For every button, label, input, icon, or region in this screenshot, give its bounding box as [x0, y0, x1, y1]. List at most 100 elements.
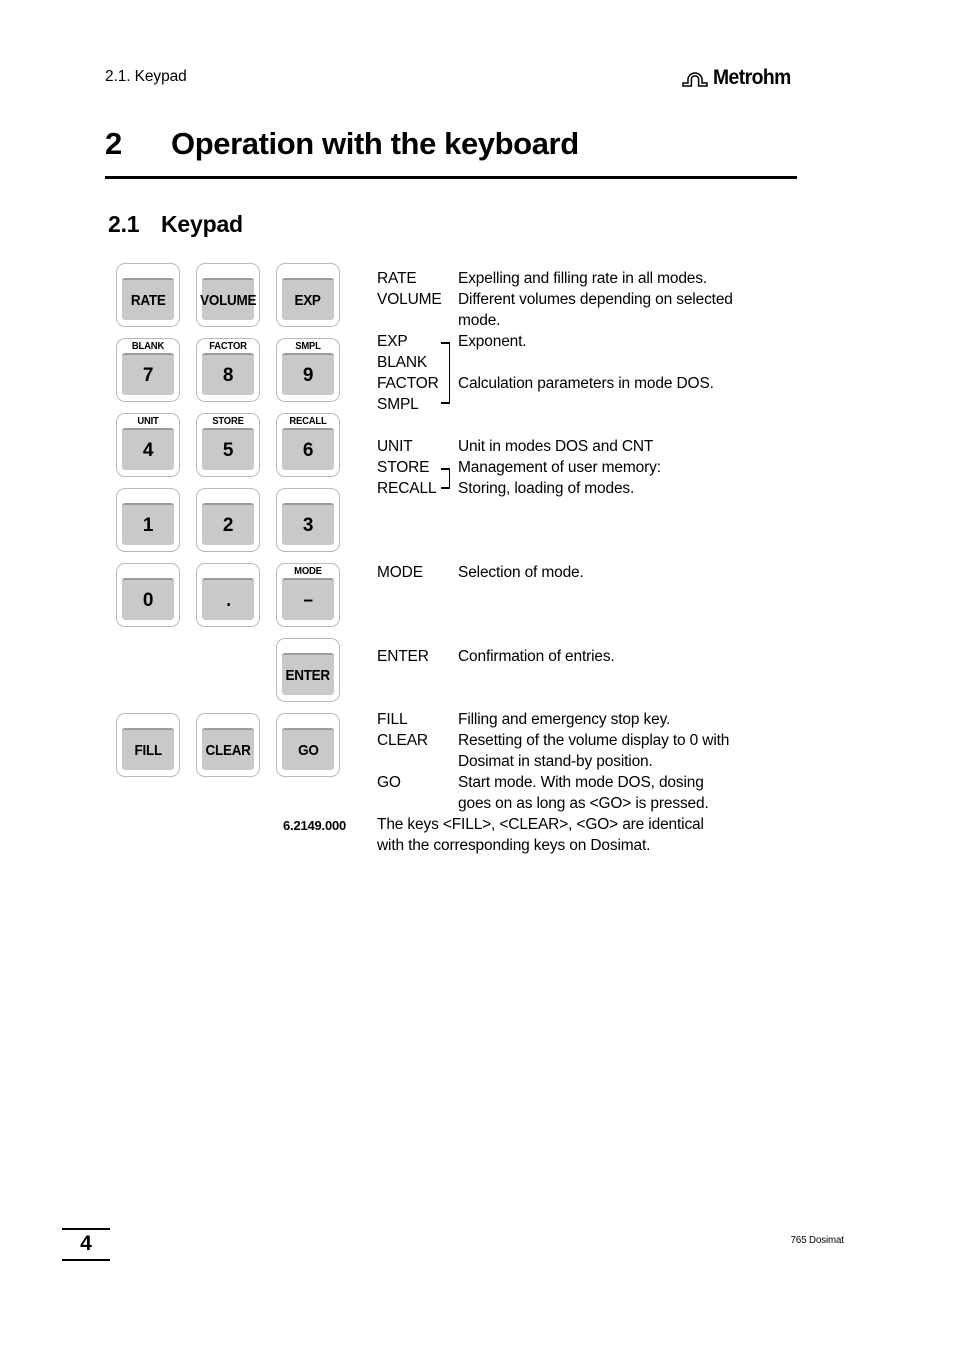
key-9[interactable]: SMPL 9 — [276, 338, 340, 402]
key-volume[interactable]: VOLUME — [196, 263, 260, 327]
keypad-diagram: RATE VOLUME EXP BLANK 7 FACTOR 8 SMPL 9 UNIT 4 STOR… — [116, 263, 356, 777]
description-key-factor: FACTOR — [377, 375, 439, 392]
description-key-blank: BLANK — [377, 354, 428, 371]
description-spacer-3 — [377, 520, 797, 541]
description-text-clear: Resetting of the volume display to 0 wit… — [458, 732, 730, 749]
key-0-pad: 0 — [122, 578, 174, 620]
description-key-mode: MODE — [377, 564, 423, 581]
key-fill-pad: FILL — [122, 728, 174, 770]
description-row-go: GO Start mode. With mode DOS, dosing — [377, 772, 797, 793]
description-text-mode: Selection of mode. — [458, 564, 584, 581]
key-0-slot: 0 — [116, 563, 180, 627]
key-5[interactable]: STORE 5 — [196, 413, 260, 477]
key-8-secondary-label: FACTOR — [209, 340, 247, 352]
key-4-secondary-label: UNIT — [137, 415, 159, 427]
keypad-row: 0. MODE – — [116, 563, 356, 627]
keypad-part-number: 6.2149.000 — [283, 818, 347, 833]
key-9-secondary-label: SMPL — [295, 340, 321, 352]
key-go-label: GO — [297, 741, 319, 759]
key-7-pad: 7 — [122, 353, 174, 395]
key-0[interactable]: 0 — [116, 563, 180, 627]
key-clear[interactable]: CLEAR — [196, 713, 260, 777]
key-6-slot: RECALL 6 — [276, 413, 340, 477]
key-enter-slot: ENTER — [276, 638, 340, 702]
key-decimal-point-pad: . — [202, 578, 254, 620]
key-6[interactable]: RECALL 6 — [276, 413, 340, 477]
description-text-volume: Different volumes depending on selected — [458, 291, 733, 308]
key-clear-label: CLEAR — [205, 741, 251, 759]
description-spacer-6 — [377, 604, 797, 625]
key-3[interactable]: 3 — [276, 488, 340, 552]
key-go[interactable]: GO — [276, 713, 340, 777]
description-row-store: STORE Management of user memory: — [377, 457, 797, 478]
key-volume-label: VOLUME — [199, 291, 257, 309]
key-fill[interactable]: FILL — [116, 713, 180, 777]
key-7[interactable]: BLANK 7 — [116, 338, 180, 402]
description-row-clear: CLEAR Resetting of the volume display to… — [377, 730, 797, 751]
key-fill-slot: FILL — [116, 713, 180, 777]
section-number: 2.1 — [108, 211, 140, 237]
description-spacer-2 — [377, 499, 797, 520]
description-spacer-8 — [377, 667, 797, 688]
description-row-enter: ENTER Confirmation of entries. — [377, 646, 797, 667]
key-clear-pad: CLEAR — [202, 728, 254, 770]
description-text-clear-cont: Dosimat in stand-by position. — [458, 753, 653, 770]
key-8[interactable]: FACTOR 8 — [196, 338, 260, 402]
description-key-clear: CLEAR — [377, 732, 428, 749]
key-3-pad: 3 — [282, 503, 334, 545]
key-clear-slot: CLEAR — [196, 713, 260, 777]
description-text-fill: Filling and emergency stop key. — [458, 711, 671, 728]
description-row-smpl: SMPL — [377, 394, 797, 415]
key-3-slot: 3 — [276, 488, 340, 552]
key-1-pad: 1 — [122, 503, 174, 545]
key-enter[interactable]: ENTER — [276, 638, 340, 702]
footer-page-number: 4 — [62, 1228, 110, 1261]
key-2[interactable]: 2 — [196, 488, 260, 552]
running-header-title: 2.1. Keypad — [105, 68, 187, 85]
key-5-slot: STORE 5 — [196, 413, 260, 477]
key-7-secondary-label: BLANK — [131, 340, 165, 352]
keypad-row: 1 2 3 — [116, 488, 356, 552]
key-rate[interactable]: RATE — [116, 263, 180, 327]
key-go-slot: GO — [276, 713, 340, 777]
description-group-calculation: EXP Exponent. BLANK FACTOR Calculation p… — [377, 331, 797, 415]
description-group-memory: STORE Management of user memory: RECALL … — [377, 457, 797, 499]
key-8-slot: FACTOR 8 — [196, 338, 260, 402]
brace-calculation — [441, 342, 450, 404]
key-go-pad: GO — [282, 728, 334, 770]
key-rate-label: RATE — [130, 291, 166, 309]
description-key-rate: RATE — [377, 270, 417, 287]
key-4-slot: UNIT 4 — [116, 413, 180, 477]
key-fill-label: FILL — [134, 741, 162, 759]
keypad-row: UNIT 4 STORE 5 RECALL 6 — [116, 413, 356, 477]
key-decimal-point-label: . — [225, 589, 231, 611]
keypad-row: BLANK 7 FACTOR 8 SMPL 9 — [116, 338, 356, 402]
note-line-2: with the corresponding keys on Dosimat. — [377, 837, 651, 854]
key-5-label: 5 — [222, 439, 234, 461]
key-1-label: 1 — [142, 514, 154, 536]
description-text-enter: Confirmation of entries. — [458, 648, 615, 665]
key-1[interactable]: 1 — [116, 488, 180, 552]
description-row-exp: EXP Exponent. — [377, 331, 797, 352]
key-2-label: 2 — [222, 514, 234, 536]
description-row-blank: BLANK — [377, 352, 797, 373]
chapter-rule — [105, 176, 797, 179]
description-text-recall: Storing, loading of modes. — [458, 480, 635, 497]
key-mode-minus-pad: – — [282, 578, 334, 620]
key-rate-pad: RATE — [122, 278, 174, 320]
key-decimal-point[interactable]: . — [196, 563, 260, 627]
key-mode-minus[interactable]: MODE – — [276, 563, 340, 627]
description-row-volume: VOLUME Different volumes depending on se… — [377, 289, 797, 310]
note-line-1: The keys <FILL>, <CLEAR>, <GO> are ident… — [377, 816, 704, 833]
key-description-list: RATE Expelling and filling rate in all m… — [377, 268, 797, 856]
key-4[interactable]: UNIT 4 — [116, 413, 180, 477]
key-exp[interactable]: EXP — [276, 263, 340, 327]
footer-document-name: 765 Dosimat — [790, 1234, 844, 1246]
description-spacer-4 — [377, 541, 797, 562]
key-enter-label: ENTER — [285, 666, 331, 684]
key-2-pad: 2 — [202, 503, 254, 545]
key-mode-minus-slot: MODE – — [276, 563, 340, 627]
key-rate-slot: RATE — [116, 263, 180, 327]
key-mode-minus-label: – — [303, 589, 313, 611]
